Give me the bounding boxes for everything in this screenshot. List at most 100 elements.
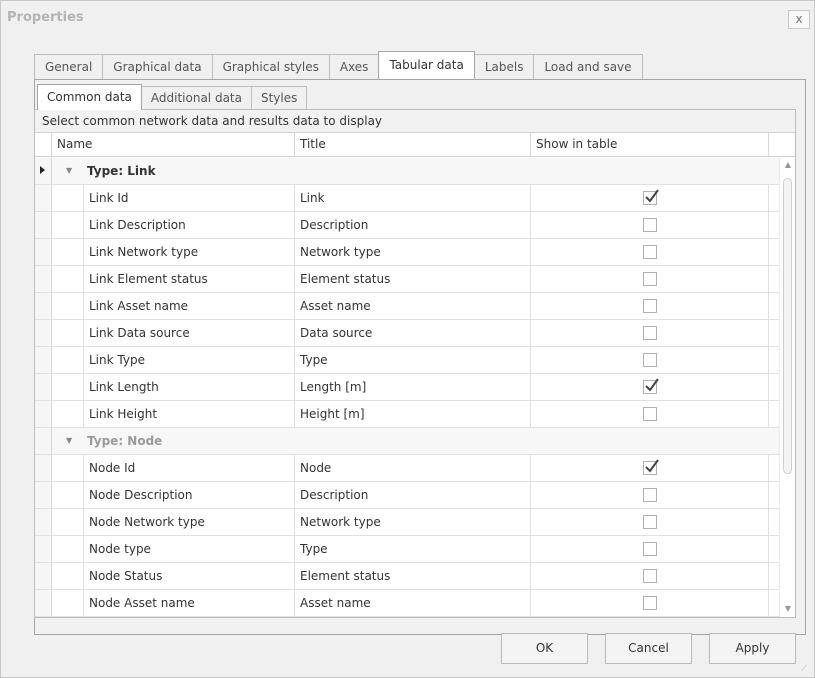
tab-styles[interactable]: Styles [250,86,308,110]
group-row-link[interactable]: ▼ Type: Link [35,158,780,185]
show-in-table-checkbox[interactable] [643,245,657,259]
close-button[interactable]: x [788,10,810,29]
title-cell[interactable]: Asset name [295,590,531,616]
name-cell: Node Asset name [84,590,295,616]
show-in-table-checkbox[interactable] [643,299,657,313]
title-cell[interactable]: Height [m] [295,401,531,427]
column-header-name[interactable]: Name [52,133,295,157]
title-cell[interactable]: Length [m] [295,374,531,400]
row-indicator [35,428,52,454]
apply-button[interactable]: Apply [709,633,796,664]
name-cell: Link Data source [84,320,295,346]
table-row[interactable]: Link Description Description [35,212,780,239]
show-cell [531,401,769,427]
table-row[interactable]: Node Description Description [35,482,780,509]
row-indicator [35,212,52,238]
show-in-table-checkbox[interactable] [643,218,657,232]
tab-general[interactable]: General [34,54,104,79]
show-cell [531,482,769,508]
tab-load-and-save[interactable]: Load and save [533,54,643,79]
show-in-table-checkbox[interactable] [643,189,659,205]
title-cell[interactable]: Asset name [295,293,531,319]
table-row[interactable]: Node Id Node [35,455,780,482]
group-panel-caption: Select common network data and results d… [35,110,795,133]
show-in-table-checkbox[interactable] [643,596,657,610]
group-label: Type: Node [87,434,163,448]
vertical-scrollbar[interactable]: ▲ ▼ [779,158,795,617]
show-cell [531,266,769,292]
title-cell[interactable]: Node [295,455,531,481]
tab-tabular-data[interactable]: Tabular data [378,51,475,79]
name-cell: Link Height [84,401,295,427]
row-indicator [35,185,52,211]
title-cell[interactable]: Network type [295,239,531,265]
group-row-node[interactable]: ▼ Type: Node [35,428,780,455]
tab-common-data[interactable]: Common data [37,84,142,110]
tab-additional-data[interactable]: Additional data [140,86,252,110]
scroll-up-arrow-icon[interactable]: ▲ [783,160,793,172]
cancel-button[interactable]: Cancel [605,633,692,664]
title-cell[interactable]: Description [295,482,531,508]
table-row[interactable]: Link Height Height [m] [35,401,780,428]
inner-tab-strip: Common data Additional data Styles [37,84,308,110]
tab-graphical-data[interactable]: Graphical data [102,54,213,79]
column-header-row: Name Title Show in table [35,133,795,157]
row-indicator [35,320,52,346]
show-in-table-checkbox[interactable] [643,378,659,394]
table-row[interactable]: Link Length Length [m] [35,374,780,401]
focused-row-arrow-icon [40,166,45,174]
show-cell [531,293,769,319]
table-row[interactable]: Link Type Type [35,347,780,374]
table-row[interactable]: Node Status Element status [35,563,780,590]
show-in-table-checkbox[interactable] [643,488,657,502]
table-row[interactable]: Link Network type Network type [35,239,780,266]
show-in-table-checkbox[interactable] [643,459,659,475]
scrollbar-thumb[interactable] [783,178,792,474]
show-in-table-checkbox[interactable] [643,407,657,421]
show-in-table-checkbox[interactable] [643,353,657,367]
collapse-chevron-icon[interactable]: ▼ [66,428,72,454]
row-indicator [35,482,52,508]
table-row[interactable]: Link Element status Element status [35,266,780,293]
name-cell: Link Id [84,185,295,211]
resize-grip-icon[interactable]: ⟋ [801,664,811,674]
title-cell[interactable]: Type [295,347,531,373]
show-in-table-checkbox[interactable] [643,542,657,556]
scroll-down-arrow-icon[interactable]: ▼ [783,604,793,616]
collapse-chevron-icon[interactable]: ▼ [66,158,72,184]
show-cell [531,239,769,265]
name-cell: Link Element status [84,266,295,292]
show-cell [531,320,769,346]
checkmark-icon [645,459,659,473]
show-in-table-checkbox[interactable] [643,272,657,286]
table-row[interactable]: Link Asset name Asset name [35,293,780,320]
show-cell [531,509,769,535]
group-label: Type: Link [87,164,156,178]
table-row[interactable]: Node Asset name Asset name [35,590,780,617]
title-cell[interactable]: Element status [295,266,531,292]
show-in-table-checkbox[interactable] [643,326,657,340]
title-cell[interactable]: Element status [295,563,531,589]
name-cell: Link Length [84,374,295,400]
title-cell[interactable]: Link [295,185,531,211]
ok-button[interactable]: OK [501,633,588,664]
show-in-table-checkbox[interactable] [643,569,657,583]
row-indicator [35,455,52,481]
table-row[interactable]: Link Id Link [35,185,780,212]
tab-axes[interactable]: Axes [328,54,380,79]
dialog-title: Properties [7,10,84,25]
column-header-show-in-table[interactable]: Show in table [531,133,769,157]
title-cell[interactable]: Network type [295,509,531,535]
tab-graphical-styles[interactable]: Graphical styles [211,54,330,79]
tab-labels[interactable]: Labels [473,54,535,79]
title-cell[interactable]: Description [295,212,531,238]
show-in-table-checkbox[interactable] [643,515,657,529]
properties-dialog: Properties x General Graphical data Grap… [0,0,815,678]
checkmark-icon [645,189,659,203]
title-cell[interactable]: Type [295,536,531,562]
table-row[interactable]: Link Data source Data source [35,320,780,347]
column-header-title[interactable]: Title [295,133,531,157]
title-cell[interactable]: Data source [295,320,531,346]
table-row[interactable]: Node Network type Network type [35,509,780,536]
table-row[interactable]: Node type Type [35,536,780,563]
